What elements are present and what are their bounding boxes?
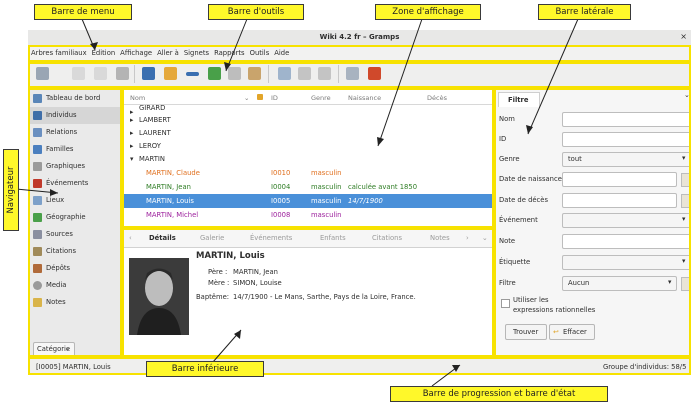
annotation-navigator-text: Navigateur xyxy=(6,166,16,214)
annotation-bottombar: Barre inférieure xyxy=(146,361,264,377)
annotation-arrows xyxy=(15,18,579,387)
annotation-navigator: Navigateur xyxy=(3,149,19,231)
annotation-menubar: Barre de menu xyxy=(34,4,132,20)
annotation-progress: Barre de progression et barre d'état xyxy=(390,386,608,402)
annotation-display-zone: Zone d'affichage xyxy=(375,4,481,20)
annotation-toolbar: Barre d'outils xyxy=(208,4,304,20)
annotation-sidebar: Barre latérale xyxy=(538,4,631,20)
